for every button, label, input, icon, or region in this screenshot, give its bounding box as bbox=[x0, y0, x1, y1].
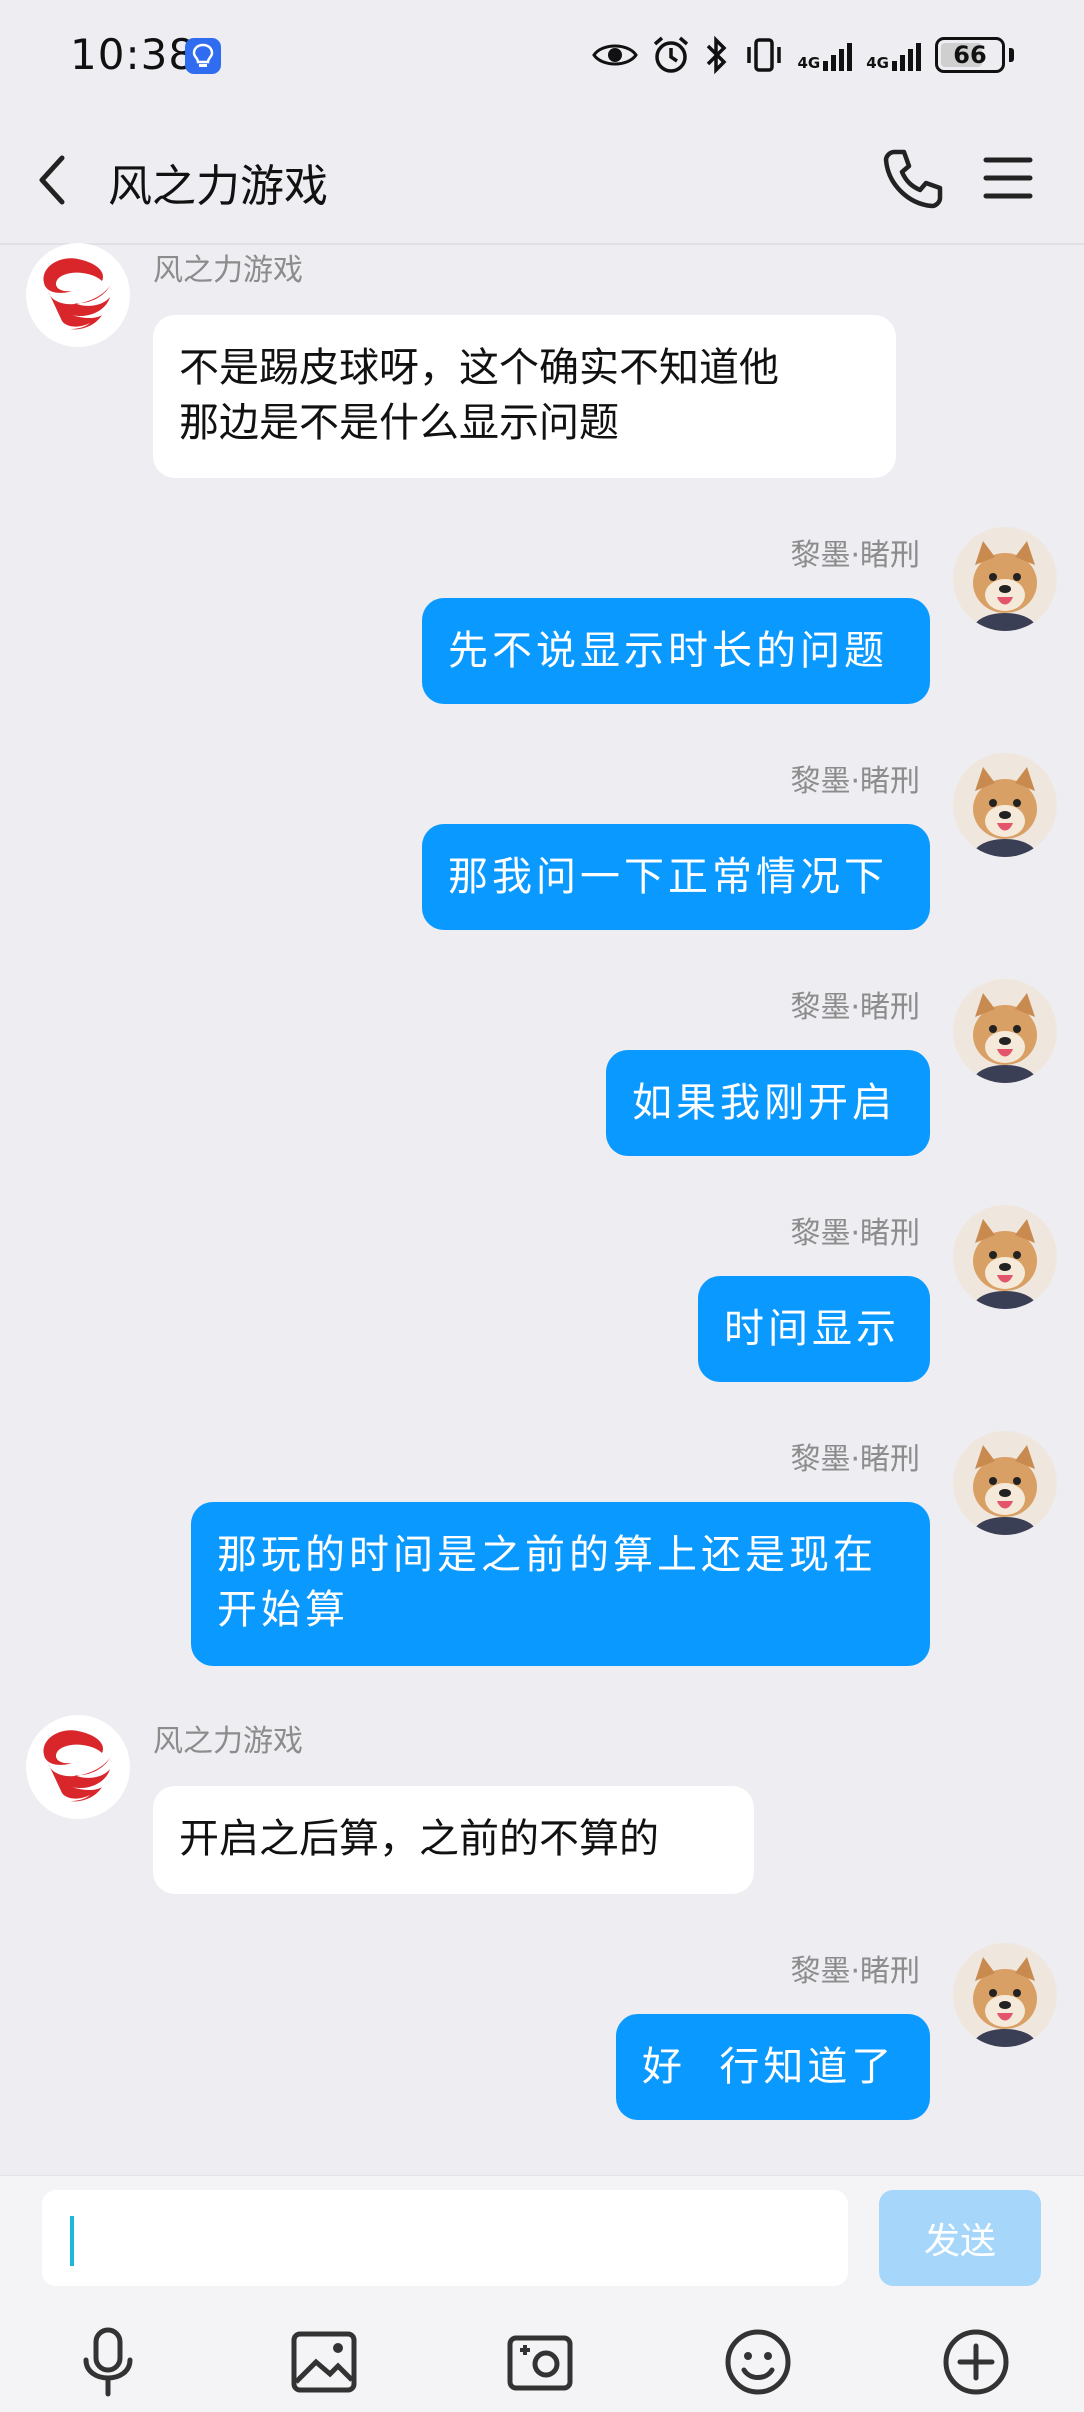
network-type-label: 4G bbox=[866, 54, 889, 72]
image-icon[interactable] bbox=[286, 2324, 362, 2400]
dog-avatar-icon bbox=[953, 1431, 1057, 1535]
status-bar: 10:38 4G 4G 66 bbox=[0, 0, 1084, 110]
emoji-icon[interactable] bbox=[720, 2324, 796, 2400]
send-button[interactable]: 发送 bbox=[879, 2190, 1041, 2286]
message-list[interactable]: 风之力游戏 不是踢皮球呀，这个确实不知道他 那边是不是什么显示问题 黎墨·睹刑 … bbox=[0, 243, 1084, 2175]
alarm-icon bbox=[653, 36, 688, 73]
battery-tip bbox=[1009, 48, 1014, 62]
message-bubble[interactable]: 时间显示 bbox=[698, 1276, 930, 1382]
sender-name: 黎墨·睹刑 bbox=[790, 1216, 920, 1251]
message-bubble[interactable]: 那玩的时间是之前的算上还是现在 开始算 bbox=[191, 1502, 930, 1666]
sender-name: 黎墨·睹刑 bbox=[790, 764, 920, 799]
avatar[interactable] bbox=[26, 243, 130, 347]
dog-avatar-icon bbox=[953, 1205, 1057, 1309]
avatar[interactable] bbox=[953, 1205, 1057, 1309]
lightbulb-icon bbox=[185, 38, 221, 74]
signal-icon: 4G bbox=[866, 39, 921, 71]
chat-title: 风之力游戏 bbox=[108, 161, 328, 212]
eye-icon bbox=[591, 44, 638, 66]
sender-name: 黎墨·睹刑 bbox=[790, 1442, 920, 1477]
input-area: 发送 bbox=[0, 2175, 1084, 2412]
bluetooth-icon bbox=[706, 35, 726, 75]
message-bubble[interactable]: 不是踢皮球呀，这个确实不知道他 那边是不是什么显示问题 bbox=[153, 315, 896, 478]
chat-header: 风之力游戏 bbox=[0, 110, 1084, 245]
dog-avatar-icon bbox=[953, 979, 1057, 1083]
battery-level: 66 bbox=[953, 41, 987, 69]
brand-logo-icon bbox=[43, 258, 112, 330]
avatar[interactable] bbox=[953, 1943, 1057, 2047]
avatar[interactable] bbox=[953, 753, 1057, 857]
sender-name: 风之力游戏 bbox=[153, 253, 303, 288]
message-bubble[interactable]: 开启之后算，之前的不算的 bbox=[153, 1786, 754, 1894]
sender-name: 黎墨·睹刑 bbox=[790, 990, 920, 1025]
sender-name: 黎墨·睹刑 bbox=[790, 1954, 920, 1989]
message-bubble[interactable]: 如果我刚开启 bbox=[606, 1050, 930, 1156]
plus-icon[interactable] bbox=[938, 2324, 1014, 2400]
menu-icon[interactable] bbox=[980, 150, 1036, 206]
text-caret bbox=[70, 2216, 74, 2266]
avatar[interactable] bbox=[953, 1431, 1057, 1535]
message-input[interactable] bbox=[42, 2190, 848, 2286]
message-bubble[interactable]: 先不说显示时长的问题 bbox=[422, 598, 930, 704]
battery-icon: 66 bbox=[935, 37, 1005, 73]
message-bubble[interactable]: 那我问一下正常情况下 bbox=[422, 824, 930, 930]
phone-icon[interactable] bbox=[880, 146, 946, 212]
sender-name: 风之力游戏 bbox=[153, 1724, 303, 1759]
avatar[interactable] bbox=[953, 979, 1057, 1083]
avatar[interactable] bbox=[953, 527, 1057, 631]
signal-icon: 4G bbox=[798, 39, 853, 71]
status-icons: 4G 4G 66 bbox=[591, 30, 1014, 80]
vibrate-icon bbox=[746, 38, 781, 72]
dog-avatar-icon bbox=[953, 527, 1057, 631]
dog-avatar-icon bbox=[953, 1943, 1057, 2047]
back-icon[interactable] bbox=[30, 150, 80, 210]
microphone-icon[interactable] bbox=[70, 2324, 146, 2400]
message-bubble[interactable]: 好 行知道了 bbox=[616, 2014, 930, 2120]
network-type-label: 4G bbox=[797, 54, 821, 72]
camera-icon[interactable] bbox=[502, 2324, 578, 2400]
avatar[interactable] bbox=[26, 1715, 130, 1819]
brand-logo-icon bbox=[43, 1730, 112, 1802]
status-time: 10:38 bbox=[70, 30, 197, 79]
sender-name: 黎墨·睹刑 bbox=[790, 538, 920, 573]
dog-avatar-icon bbox=[953, 753, 1057, 857]
